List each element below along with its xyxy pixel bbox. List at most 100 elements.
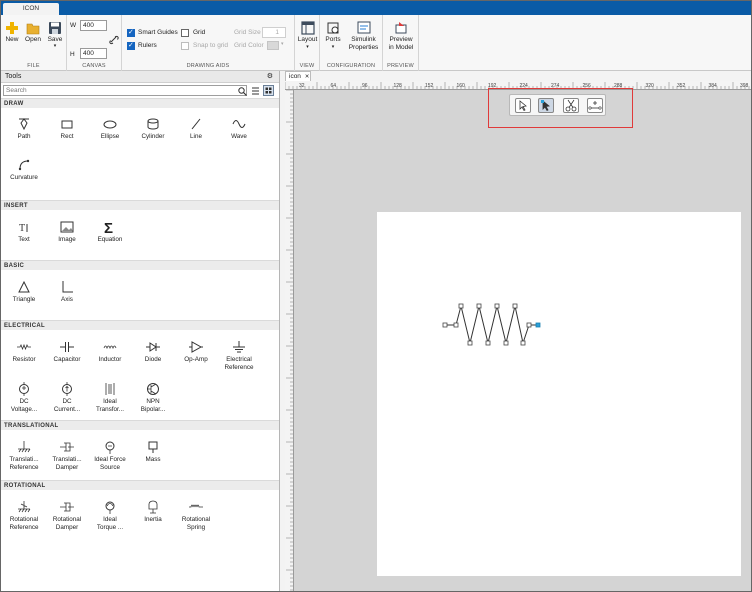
tool-axis[interactable]: Axis xyxy=(45,280,89,304)
tool-translational-damper[interactable]: Translati... Damper xyxy=(45,440,89,472)
tool-label: Capacitor xyxy=(53,356,81,363)
width-field[interactable]: 400 xyxy=(80,20,107,31)
tool-equation[interactable]: Σ Equation xyxy=(88,220,132,244)
add-vertex-icon xyxy=(588,101,602,110)
tool-npn-bipolar[interactable]: NPN Bipolar... xyxy=(131,382,175,414)
grid-color-dropdown-icon[interactable]: ▾ xyxy=(281,41,284,47)
path-vertex-handle[interactable] xyxy=(458,303,464,309)
tool-curvature[interactable]: Curvature xyxy=(2,158,46,182)
path-vertex-handle[interactable] xyxy=(485,340,491,346)
tool-triangle[interactable]: Triangle xyxy=(2,280,46,304)
path-vertex-handle[interactable] xyxy=(453,322,459,328)
tool-rotational-spring[interactable]: Rotational Spring xyxy=(174,500,218,532)
tool-mass[interactable]: Mass xyxy=(131,440,175,464)
direct-select-icon xyxy=(541,100,550,112)
tool-label-line2: Reference xyxy=(9,524,39,531)
open-label: Open xyxy=(25,36,41,43)
path-vertex-handle[interactable] xyxy=(520,340,526,346)
tool-ideal-transformer[interactable]: Ideal Transfor... xyxy=(88,382,132,414)
tool-text[interactable]: T Text xyxy=(2,220,46,244)
tool-line[interactable]: Line xyxy=(174,117,218,141)
tool-resistor[interactable]: Resistor xyxy=(2,340,46,364)
sigma-icon: Σ xyxy=(104,220,113,234)
path-vertex-handle[interactable] xyxy=(494,303,500,309)
tool-label: DC xyxy=(19,398,29,405)
search-icon[interactable] xyxy=(238,87,247,96)
tool-rotational-damper[interactable]: Rotational Damper xyxy=(45,500,89,532)
tool-inductor[interactable]: Inductor xyxy=(88,340,132,364)
tool-label-line2: Source xyxy=(100,464,120,471)
path-vertex-handle[interactable] xyxy=(476,303,482,309)
layout-dropdown-icon[interactable]: ▾ xyxy=(296,44,319,50)
tool-rect[interactable]: Rect xyxy=(45,117,89,141)
tool-cylinder[interactable]: Cylinder xyxy=(131,117,175,141)
rulers-checkbox[interactable] xyxy=(127,41,135,50)
document-tab-icon[interactable]: icon ✕ xyxy=(285,71,311,81)
grid-size-field[interactable]: 1 xyxy=(262,27,286,38)
ruler-label: 128 xyxy=(394,83,403,89)
path-vertex-handle[interactable] xyxy=(503,340,509,346)
path-vertex-handle[interactable] xyxy=(526,322,532,328)
tool-dc-voltage[interactable]: DC Voltage... xyxy=(2,382,46,414)
tool-inertia[interactable]: Inertia xyxy=(131,500,175,524)
npn-transistor-icon xyxy=(147,383,159,395)
ports-dropdown-icon[interactable]: ▾ xyxy=(322,44,344,50)
snap-to-grid-checkbox[interactable] xyxy=(181,42,189,50)
tool-ideal-torque[interactable]: Ideal Torque ... xyxy=(88,500,132,532)
link-icon[interactable] xyxy=(109,35,119,45)
tool-rotational-reference[interactable]: Rotational Reference xyxy=(2,500,46,532)
file-section-label: FILE xyxy=(27,63,40,69)
open-button[interactable]: Open xyxy=(23,21,43,44)
tool-label: NPN xyxy=(146,398,160,405)
save-dropdown-icon[interactable]: ▾ xyxy=(45,44,65,49)
category-draw: DRAW xyxy=(1,98,279,108)
path-edit-toolbar xyxy=(509,94,606,116)
cut-path-button[interactable] xyxy=(563,98,579,113)
preview-label-line2: in Model xyxy=(388,44,414,51)
close-tab-icon[interactable]: ✕ xyxy=(305,74,310,80)
settings-gear-icon[interactable]: ⚙ xyxy=(267,71,273,83)
tools-search-input[interactable]: Search xyxy=(3,85,247,96)
grid-view-icon[interactable] xyxy=(263,85,274,96)
tool-label-line2: Reference xyxy=(224,364,254,371)
tool-diode[interactable]: Diode xyxy=(131,340,175,364)
grid-color-swatch[interactable] xyxy=(267,41,279,50)
selected-vertex-handle[interactable] xyxy=(535,322,541,328)
grid-checkbox[interactable] xyxy=(181,29,189,37)
diode-icon xyxy=(146,342,160,352)
tool-capacitor[interactable]: Capacitor xyxy=(45,340,89,364)
tool-electrical-reference[interactable]: Electrical Reference xyxy=(217,340,261,372)
preview-in-model-button[interactable]: Preview in Model xyxy=(385,21,417,52)
tool-wave[interactable]: Wave xyxy=(217,117,261,141)
tab-icon[interactable]: ICON xyxy=(3,3,59,15)
path-vertex-handle[interactable] xyxy=(442,322,448,328)
tool-image[interactable]: Image xyxy=(45,220,89,244)
height-field[interactable]: 400 xyxy=(80,48,107,59)
tool-path[interactable]: Path xyxy=(2,117,46,141)
tool-translational-reference[interactable]: Translati... Reference xyxy=(2,440,46,472)
save-button[interactable]: Save ▾ xyxy=(45,21,65,49)
path-vertex-handle[interactable] xyxy=(512,303,518,309)
simulink-properties-button[interactable]: Simulink Properties xyxy=(346,21,381,52)
tool-op-amp[interactable]: Op-Amp xyxy=(174,340,218,364)
smart-guides-checkbox[interactable] xyxy=(127,28,135,37)
tool-label: Equation xyxy=(97,236,123,243)
select-tool-button[interactable] xyxy=(515,98,531,113)
tool-ellipse[interactable]: Ellipse xyxy=(88,117,132,141)
layout-button[interactable]: Layout ▾ xyxy=(296,21,319,50)
icon-page[interactable] xyxy=(377,212,741,576)
tool-dc-current[interactable]: DC Current... xyxy=(45,382,89,414)
add-vertex-button[interactable] xyxy=(587,98,603,113)
new-button[interactable]: New xyxy=(3,21,21,44)
list-view-icon[interactable] xyxy=(251,86,260,96)
vertical-ruler-ticks xyxy=(286,90,293,591)
path-icon xyxy=(19,118,29,131)
ports-button[interactable]: Ports ▾ xyxy=(322,21,344,50)
path-vertex-handle[interactable] xyxy=(467,340,473,346)
tool-label: DC xyxy=(62,398,72,405)
ruler-label: 152 xyxy=(425,83,434,89)
torque-source-icon xyxy=(105,501,115,514)
direct-select-tool-button[interactable] xyxy=(538,98,554,113)
tool-ideal-force-source[interactable]: Ideal Force Source xyxy=(88,440,132,472)
spring-shape[interactable] xyxy=(441,299,545,349)
